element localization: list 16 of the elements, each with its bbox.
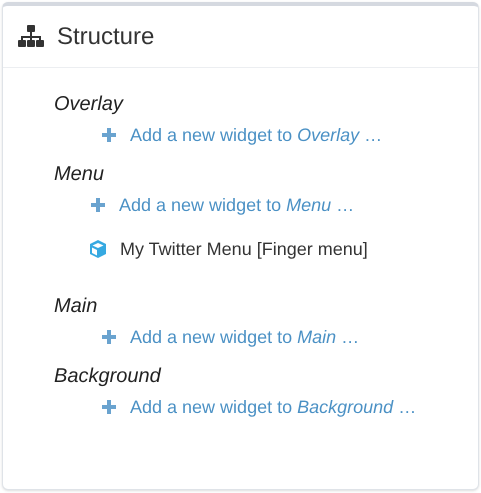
panel-title: Structure [57, 22, 154, 52]
add-widget-link[interactable]: Add a new widget to Menu … [90, 192, 354, 218]
section-label: Main [54, 294, 98, 319]
section-label: Background [54, 364, 162, 389]
cube-icon [88, 239, 108, 259]
plus-icon [101, 127, 117, 143]
widget-item[interactable]: My Twitter Menu [Finger menu] [88, 236, 368, 262]
plus-icon [90, 197, 106, 213]
add-widget-link[interactable]: Add a new widget to Overlay … [101, 122, 382, 148]
section-label: Menu [54, 162, 106, 187]
section-label: Overlay [54, 92, 125, 117]
plus-icon [101, 399, 117, 415]
add-widget-link[interactable]: Add a new widget to Background … [101, 394, 416, 420]
sitemap-icon [17, 24, 45, 48]
plus-icon [101, 329, 117, 345]
add-widget-link[interactable]: Add a new widget to Main … [101, 324, 360, 350]
